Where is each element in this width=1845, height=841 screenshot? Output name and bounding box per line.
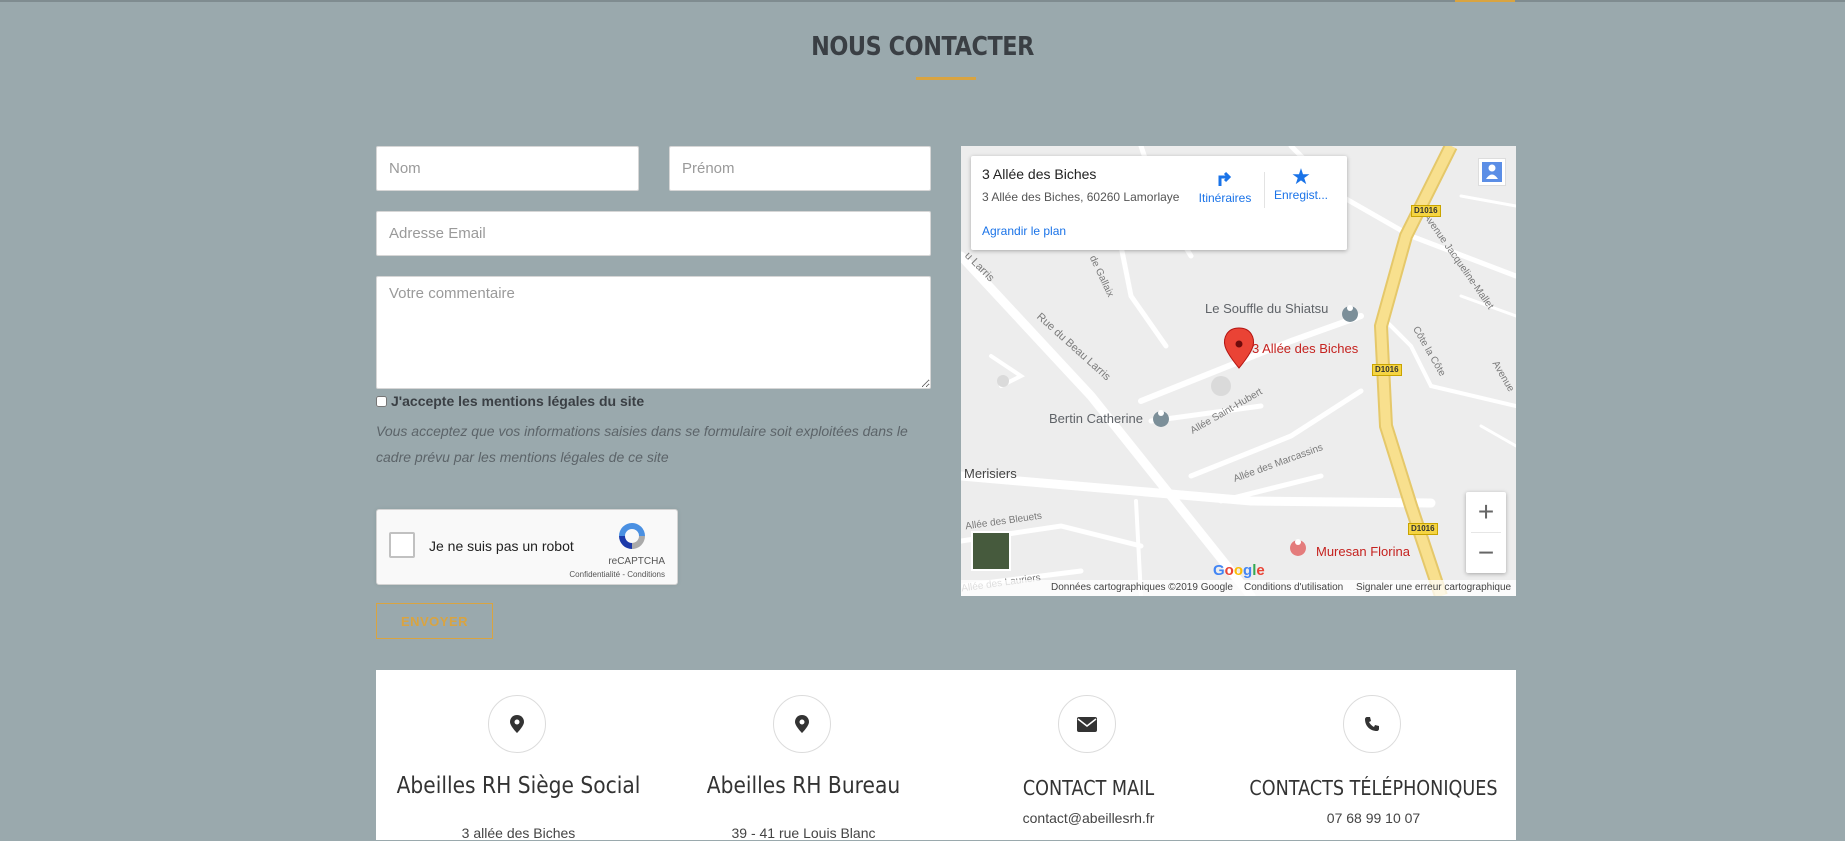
route-badge: D1016 [1372, 364, 1402, 376]
section-title: NOUS CONTACTER [811, 32, 1034, 62]
route-badge: D1016 [1408, 523, 1438, 535]
top-accent [1455, 0, 1515, 2]
contact-title: CONTACTS TÉLÉPHONIQUES [1249, 776, 1498, 800]
map-pin-icon [488, 695, 546, 753]
top-divider [0, 0, 1845, 2]
save-button[interactable]: ★ Enregist... [1271, 164, 1331, 203]
contact-address: 3 allée des Biches [461, 825, 576, 841]
recaptcha-checkbox[interactable] [389, 532, 415, 558]
info-card-address: 3 Allée des Biches, 60260 Lamorlaye [982, 190, 1180, 204]
contact-phone[interactable]: 07 68 99 10 07 [1231, 810, 1516, 826]
zoom-out-button[interactable]: − [1466, 533, 1506, 573]
route-badge: D1016 [1411, 205, 1441, 217]
map-data-credit: Données cartographiques ©2019 Google [1051, 582, 1233, 593]
recaptcha-links[interactable]: Confidentialité - Conditions [569, 570, 665, 579]
disclaimer-text: Vous acceptez que vos informations saisi… [376, 423, 908, 465]
contact-title: Abeilles RH Siège Social [396, 773, 641, 799]
consent-checkbox[interactable] [376, 395, 387, 407]
recaptcha-label: Je ne suis pas un robot [429, 538, 574, 554]
title-underline [916, 77, 976, 80]
place-muresan[interactable]: Muresan Florina [1316, 544, 1410, 559]
info-card-title: 3 Allée des Biches [982, 166, 1097, 182]
map-attribution: Données cartographiques ©2019 Google Con… [961, 580, 1516, 596]
comment-textarea[interactable] [376, 276, 931, 389]
place-shiatsu[interactable]: Le Souffle du Shiatsu [1205, 301, 1328, 316]
email-input[interactable] [376, 211, 931, 256]
recaptcha-widget: Je ne suis pas un robot reCAPTCHA Confid… [376, 509, 678, 585]
save-label: Enregist... [1273, 188, 1329, 202]
contact-email-link[interactable]: contact@abeillesrh.fr [946, 810, 1231, 826]
terms-link[interactable]: Conditions d'utilisation [1244, 582, 1343, 593]
contact-title: Abeilles RH Bureau [706, 773, 901, 799]
pegman-icon [1482, 162, 1502, 182]
contact-title: CONTACT MAIL [1022, 776, 1155, 800]
contact-info-band: Abeilles RH Siège Social 3 allée des Bic… [376, 670, 1516, 841]
report-error-link[interactable]: Signaler une erreur cartographique [1356, 582, 1511, 593]
consent-text: J'accepte les mentions légales du site [391, 393, 645, 409]
map-info-card: 3 Allée des Biches 3 Allée des Biches, 6… [971, 156, 1347, 250]
zoom-controls: + − [1466, 492, 1506, 573]
envelope-icon [1058, 695, 1116, 753]
street-view-pegman[interactable] [1478, 158, 1506, 186]
directions-button[interactable]: Itinéraires [1195, 166, 1255, 205]
phone-icon [1343, 695, 1401, 753]
place-merisiers: Merisiers [964, 466, 1017, 481]
place-bertin[interactable]: Bertin Catherine [1049, 411, 1143, 426]
nom-input[interactable] [376, 146, 639, 191]
star-icon: ★ [1291, 164, 1311, 189]
consent-label[interactable]: J'accepte les mentions légales du site [376, 393, 644, 409]
google-logo: Google [1213, 562, 1265, 579]
contact-address: 39 - 41 rue Louis Blanc [731, 825, 876, 841]
google-map[interactable]: Le Souffle du Shiatsu 3 Allée des Biches… [961, 146, 1516, 596]
info-card-separator [1264, 172, 1265, 208]
directions-label: Itinéraires [1198, 191, 1252, 205]
directions-icon [1218, 171, 1232, 186]
send-button[interactable]: ENVOYER [376, 603, 493, 639]
zoom-in-button[interactable]: + [1466, 492, 1506, 532]
recaptcha-brand: reCAPTCHA [608, 556, 665, 567]
prenom-input[interactable] [669, 146, 931, 191]
enlarge-map-link[interactable]: Agrandir le plan [982, 224, 1066, 238]
place-marker-label[interactable]: 3 Allée des Biches [1252, 341, 1358, 356]
satellite-toggle[interactable] [971, 531, 1011, 571]
map-pin-icon [773, 695, 831, 753]
recaptcha-logo-icon [619, 523, 645, 549]
